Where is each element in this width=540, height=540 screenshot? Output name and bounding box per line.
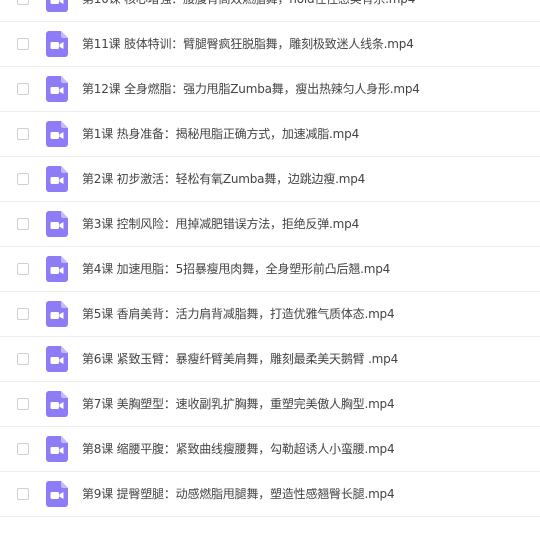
file-name[interactable]: 第3课 控制风险：甩掉减肥错误方法，拒绝反弹.mp4 bbox=[82, 216, 359, 232]
file-list: 第10课 核心增强：腰腹背高效燃脂舞，hold住性感美背杀.mp4 第11课 肢体… bbox=[0, 0, 540, 517]
video-file-icon bbox=[46, 481, 68, 507]
file-row[interactable]: 第8课 缩腰平腹：紧致曲线瘦腰舞，勾勒超诱人小蛮腰.mp4 bbox=[0, 427, 540, 472]
video-file-icon bbox=[46, 301, 68, 327]
video-file-icon bbox=[46, 346, 68, 372]
file-name[interactable]: 第8课 缩腰平腹：紧致曲线瘦腰舞，勾勒超诱人小蛮腰.mp4 bbox=[82, 441, 395, 457]
file-row[interactable]: 第5课 香肩美背：活力肩背减脂舞，打造优雅气质体态.mp4 bbox=[0, 292, 540, 337]
video-file-icon bbox=[46, 256, 68, 282]
file-name[interactable]: 第10课 核心增强：腰腹背高效燃脂舞，hold住性感美背杀.mp4 bbox=[82, 0, 415, 7]
video-file-icon bbox=[46, 76, 68, 102]
file-name[interactable]: 第1课 热身准备：揭秘甩脂正确方式，加速减脂.mp4 bbox=[82, 126, 359, 142]
file-name[interactable]: 第9课 提臀塑腿：动感燃脂甩腿舞，塑造性感翘臀长腿.mp4 bbox=[82, 486, 395, 502]
video-file-icon bbox=[46, 121, 68, 147]
file-row[interactable]: 第10课 核心增强：腰腹背高效燃脂舞，hold住性感美背杀.mp4 bbox=[0, 0, 540, 22]
file-name[interactable]: 第4课 加速甩脂：5招暴瘦甩肉舞，全身塑形前凸后翘.mp4 bbox=[82, 261, 390, 277]
file-name[interactable]: 第11课 肢体特训：臂腿臀疯狂脱脂舞，雕刻极致迷人线条.mp4 bbox=[82, 36, 414, 52]
video-file-icon bbox=[46, 166, 68, 192]
file-name[interactable]: 第2课 初步激活：轻松有氧Zumba舞，边跳边瘦.mp4 bbox=[82, 171, 365, 187]
file-row[interactable]: 第7课 美胸塑型：速收副乳扩胸舞，重塑完美傲人胸型.mp4 bbox=[0, 382, 540, 427]
file-row[interactable]: 第4课 加速甩脂：5招暴瘦甩肉舞，全身塑形前凸后翘.mp4 bbox=[0, 247, 540, 292]
file-row[interactable]: 第11课 肢体特训：臂腿臀疯狂脱脂舞，雕刻极致迷人线条.mp4 bbox=[0, 22, 540, 67]
file-checkbox[interactable] bbox=[17, 488, 29, 500]
file-row[interactable]: 第1课 热身准备：揭秘甩脂正确方式，加速减脂.mp4 bbox=[0, 112, 540, 157]
file-name[interactable]: 第6课 紧致玉臂：暴瘦纤臂美肩舞，雕刻最柔美天鹅臂 .mp4 bbox=[82, 351, 398, 367]
file-row[interactable]: 第12课 全身燃脂：强力甩脂Zumba舞，瘦出热辣匀人身形.mp4 bbox=[0, 67, 540, 112]
file-row[interactable]: 第2课 初步激活：轻松有氧Zumba舞，边跳边瘦.mp4 bbox=[0, 157, 540, 202]
file-row[interactable]: 第3课 控制风险：甩掉减肥错误方法，拒绝反弹.mp4 bbox=[0, 202, 540, 247]
file-checkbox[interactable] bbox=[17, 353, 29, 365]
video-file-icon bbox=[46, 391, 68, 417]
file-checkbox[interactable] bbox=[17, 398, 29, 410]
file-row[interactable]: 第9课 提臀塑腿：动感燃脂甩腿舞，塑造性感翘臀长腿.mp4 bbox=[0, 472, 540, 517]
file-checkbox[interactable] bbox=[17, 0, 29, 5]
file-checkbox[interactable] bbox=[17, 443, 29, 455]
file-checkbox[interactable] bbox=[17, 128, 29, 140]
file-name[interactable]: 第7课 美胸塑型：速收副乳扩胸舞，重塑完美傲人胸型.mp4 bbox=[82, 396, 395, 412]
file-name[interactable]: 第12课 全身燃脂：强力甩脂Zumba舞，瘦出热辣匀人身形.mp4 bbox=[82, 81, 420, 97]
file-name[interactable]: 第5课 香肩美背：活力肩背减脂舞，打造优雅气质体态.mp4 bbox=[82, 306, 395, 322]
file-checkbox[interactable] bbox=[17, 308, 29, 320]
file-checkbox[interactable] bbox=[17, 173, 29, 185]
file-checkbox[interactable] bbox=[17, 218, 29, 230]
video-file-icon bbox=[46, 31, 68, 57]
file-checkbox[interactable] bbox=[17, 263, 29, 275]
file-checkbox[interactable] bbox=[17, 38, 29, 50]
file-checkbox[interactable] bbox=[17, 83, 29, 95]
video-file-icon bbox=[46, 0, 68, 12]
file-row[interactable]: 第6课 紧致玉臂：暴瘦纤臂美肩舞，雕刻最柔美天鹅臂 .mp4 bbox=[0, 337, 540, 382]
video-file-icon bbox=[46, 436, 68, 462]
video-file-icon bbox=[46, 211, 68, 237]
